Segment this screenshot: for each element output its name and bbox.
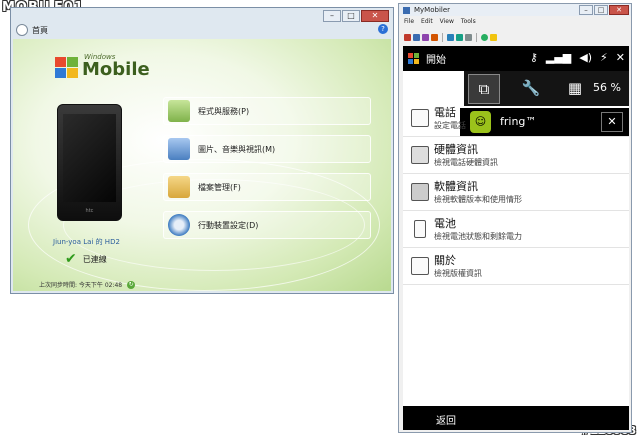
connection-icon[interactable]: ⚷ [530, 51, 538, 64]
close-button[interactable]: ✕ [361, 10, 389, 22]
status-tray: ⚷ ▂▄▆ ◀) ⚡ ✕ [530, 51, 625, 64]
capture-icon[interactable] [456, 33, 463, 41]
device-center-window: – □ ✕ 首頁 ? Windows Mobile htc Jiun-yoa L… [10, 7, 394, 294]
logo-big-text: Mobile [82, 59, 150, 80]
signal-icon[interactable]: ▂▄▆ [546, 51, 571, 64]
phone-image: htc [57, 104, 122, 221]
sync-icon[interactable]: ↻ [127, 280, 136, 289]
menu-file[interactable]: File [404, 18, 414, 29]
menu-view[interactable]: View [440, 18, 454, 29]
volume-icon[interactable]: ◀) [579, 51, 592, 64]
windows-flag-icon [55, 57, 79, 79]
connected-label: 已連線 [82, 254, 107, 264]
last-sync-status: 上次同步時間: 今天下午 02:48 ↻ [39, 280, 136, 289]
pictures-music-video-item[interactable]: 圖片、音樂與視訊(M) [163, 135, 371, 163]
minimize-button[interactable]: – [579, 5, 593, 15]
row-subtitle: 檢視電池狀態和剩餘電力 [434, 232, 522, 241]
screen-icon[interactable] [447, 33, 454, 41]
power-plug-icon[interactable]: ⚡ [600, 51, 608, 64]
start-label[interactable]: 開始 [426, 51, 446, 66]
back-softkey[interactable]: 返回 [436, 412, 456, 427]
wrench-icon[interactable]: 🔧 [516, 74, 546, 102]
menu-item-label: 檔案管理(F) [198, 182, 241, 192]
device-center-content: Windows Mobile htc Jiun-yoa Lai 的 HD2 ✔ … [13, 39, 391, 291]
media-icon [168, 138, 190, 160]
device-center-menu: 程式與服務(P) 圖片、音樂與視訊(M) 檔案管理(F) 行動裝置設定(D) [163, 97, 371, 247]
close-icon[interactable]: ✕ [616, 51, 625, 64]
menu-tools[interactable]: Tools [461, 18, 476, 29]
paste-icon[interactable] [422, 33, 429, 41]
checkmark-icon: ✔ [65, 251, 77, 267]
device-center-titlebar: – □ ✕ [11, 8, 393, 22]
row-subtitle: 檢視版權資訊 [434, 269, 482, 278]
about-info-icon [411, 257, 429, 275]
row-title: 軟體資訊 [434, 180, 478, 193]
settings-row-software[interactable]: 軟體資訊 檢視軟體版本和使用情形 [403, 174, 629, 211]
row-title: 電話 [434, 106, 456, 119]
settings-row-about[interactable]: 關於 檢視版權資訊 [403, 248, 629, 285]
phone-brand: htc [85, 208, 94, 214]
menu-edit[interactable]: Edit [421, 18, 433, 29]
battery-chip-icon[interactable]: ▦ [560, 74, 590, 102]
maximize-button[interactable]: □ [594, 5, 608, 15]
mymobiler-window: MyMobiler – □ ✕ File Edit View Tools 開始 … [398, 3, 632, 433]
row-title: 電池 [434, 217, 456, 230]
software-icon [411, 183, 429, 201]
start-flag-icon[interactable] [408, 52, 420, 65]
mymobiler-toolbar [401, 31, 629, 43]
refresh-icon[interactable] [481, 33, 488, 41]
maximize-button[interactable]: □ [342, 10, 360, 22]
device-name: Jiun-yoa Lai 的 HD2 [53, 238, 120, 246]
windows-mobile-logo: Windows Mobile [55, 53, 150, 79]
help-icon[interactable]: ? [378, 24, 388, 34]
menu-item-label: 圖片、音樂與視訊(M) [198, 144, 276, 154]
phone-taskbar: 開始 ⚷ ▂▄▆ ◀) ⚡ ✕ [403, 46, 629, 71]
copy-icon[interactable] [413, 33, 420, 41]
explorer-icon[interactable] [465, 33, 472, 41]
softkey-bar: 返回 [403, 406, 629, 430]
file-management-item[interactable]: 檔案管理(F) [163, 173, 371, 201]
settings-row-hardware[interactable]: 硬體資訊 檢視電話硬體資訊 [403, 137, 629, 174]
device-center-nav: 首頁 ? [14, 24, 390, 38]
phone-icon [411, 109, 429, 127]
row-subtitle: 檢視軟體版本和使用情形 [434, 195, 522, 204]
row-title: 硬體資訊 [434, 143, 478, 156]
gear-icon [168, 214, 190, 236]
menu-item-label: 行動裝置設定(D) [198, 220, 259, 230]
home-link[interactable]: 首頁 [16, 24, 48, 36]
last-sync-label: 上次同步時間: 今天下午 02:48 [39, 282, 123, 289]
connection-status: ✔ 已連線 [65, 252, 107, 266]
home-icon [16, 24, 28, 36]
battery-percent: 56 % [593, 81, 621, 94]
mymobiler-menubar: File Edit View Tools [399, 18, 476, 29]
menu-item-label: 程式與服務(P) [198, 106, 250, 116]
folder-icon [168, 176, 190, 198]
cut-icon[interactable] [404, 33, 411, 41]
programs-icon [168, 100, 190, 122]
device-settings-item[interactable]: 行動裝置設定(D) [163, 211, 371, 239]
battery-icon [414, 220, 426, 238]
home-label: 首頁 [32, 25, 48, 35]
row-subtitle: 檢視電話硬體資訊 [434, 158, 498, 167]
mymobiler-app-icon [403, 6, 410, 14]
row-title: 關於 [434, 254, 456, 267]
close-button[interactable]: ✕ [609, 5, 629, 15]
row-subtitle: 設定電話 [434, 121, 466, 130]
settings-icon[interactable] [490, 33, 497, 41]
settings-row-phone[interactable]: 電話 設定電話 [403, 100, 629, 137]
minimize-button[interactable]: – [323, 10, 341, 22]
window-title: MyMobiler [414, 6, 451, 14]
settings-row-battery[interactable]: 電池 檢視電池狀態和剩餘電力 [403, 211, 629, 248]
hardware-chip-icon [411, 146, 429, 164]
phone-screen: 開始 ⚷ ▂▄▆ ◀) ⚡ ✕ ⧉ 🔧 ▦ 56 % ☺ fring™ ✕ 電話… [403, 46, 629, 430]
programs-services-item[interactable]: 程式與服務(P) [163, 97, 371, 125]
mymobiler-titlebar: MyMobiler – □ ✕ [399, 4, 631, 16]
delete-icon[interactable] [431, 33, 438, 41]
